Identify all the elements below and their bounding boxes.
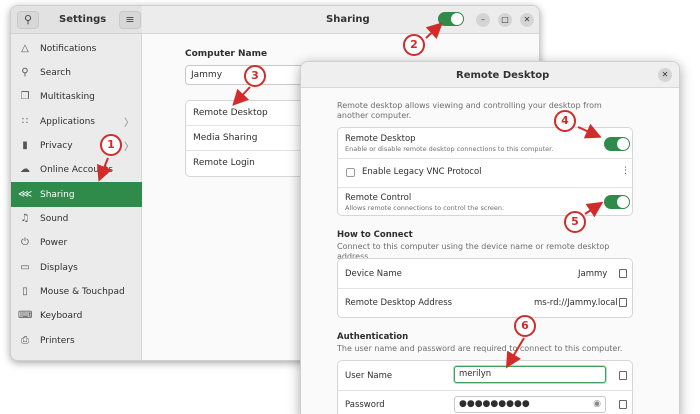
arrow-1: [97, 157, 112, 182]
screenshot-stage: ⚲ Settings ≡ Sharing – □ ✕ △ Notification…: [0, 0, 700, 414]
annotation-badge-5: 5: [564, 211, 586, 233]
arrow-6: [505, 337, 525, 369]
annotation-badge-2: 2: [403, 34, 425, 56]
arrow-2: [425, 22, 443, 40]
annotation-badge-6: 6: [514, 315, 536, 337]
arrow-5: [584, 201, 604, 218]
annotation-badge-3: 3: [244, 65, 266, 87]
arrow-3: [232, 86, 251, 106]
annotation-arrows: [97, 22, 604, 369]
annotation-badge-1: 1: [100, 134, 122, 156]
arrow-4: [577, 123, 602, 139]
annotation-badge-4: 4: [554, 110, 576, 132]
